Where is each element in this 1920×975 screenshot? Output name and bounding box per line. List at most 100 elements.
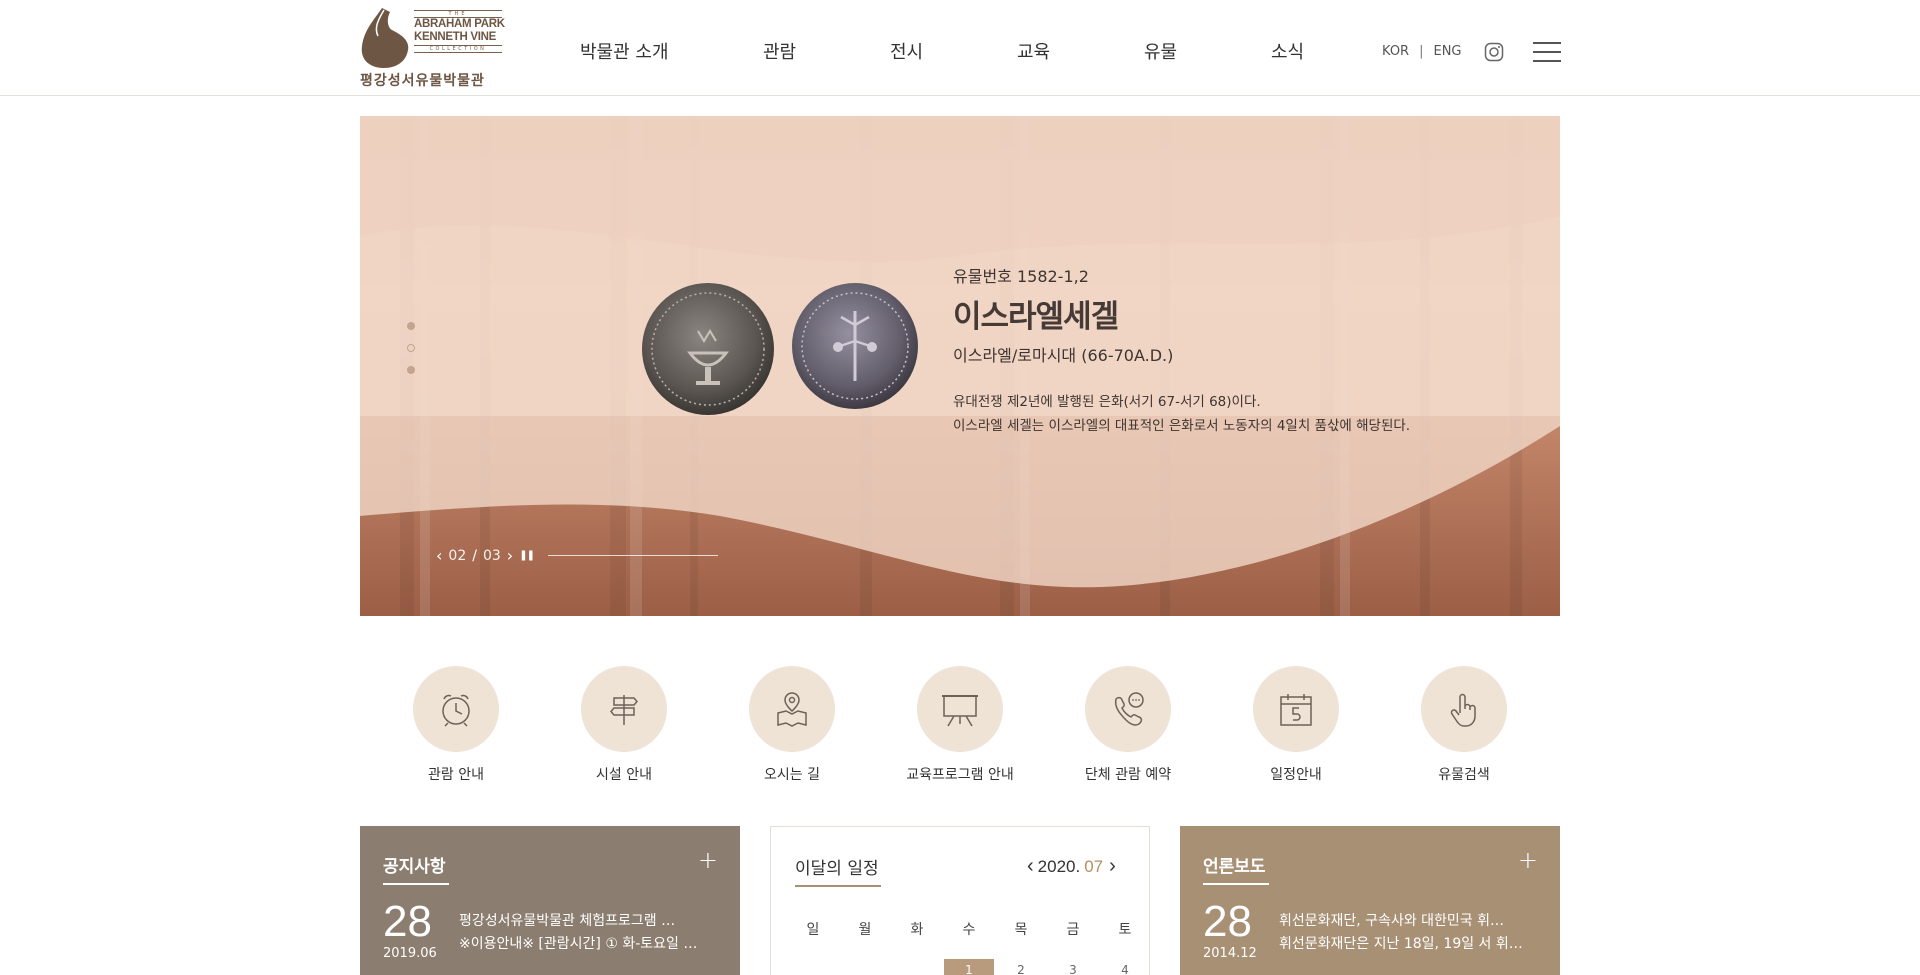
- notice-more-button[interactable]: +: [698, 846, 718, 874]
- calendar-day-empty: [839, 959, 891, 975]
- quick-link-circle: [581, 666, 667, 752]
- quick-link-circle: [749, 666, 835, 752]
- calendar-days: 1 2 3 4: [787, 959, 1151, 975]
- calendar-title-underline: [795, 885, 881, 887]
- calendar-day[interactable]: 2: [995, 959, 1047, 975]
- quick-link-label: 일정안내: [1270, 767, 1322, 783]
- weekday-mon: 월: [858, 922, 872, 938]
- logo-text: THE ABRAHAM PARK KENNETH VINE COLLECTION: [414, 10, 505, 53]
- slide-current: 02: [448, 547, 467, 564]
- weekday-sun: 일: [806, 922, 820, 938]
- hamburger-icon[interactable]: [1533, 42, 1561, 64]
- weekday-fri: 금: [1066, 922, 1080, 938]
- slider-next-button[interactable]: ›: [507, 546, 513, 565]
- press-title: 언론보도: [1203, 857, 1266, 877]
- logo-the: THE: [414, 10, 502, 18]
- hamburger-line: [1533, 42, 1561, 44]
- quick-link-label: 유물검색: [1438, 767, 1490, 783]
- quick-link-group-reservation[interactable]: 단체 관람 예약: [1058, 666, 1198, 784]
- artifact-desc-line-2: 이스라엘 세겔는 이스라엘의 대표적인 은화로서 노동자의 4일치 품삯에 해당…: [953, 418, 1411, 434]
- site-logo[interactable]: THE ABRAHAM PARK KENNETH VINE COLLECTION…: [360, 4, 505, 90]
- lang-eng-link[interactable]: ENG: [1433, 44, 1461, 59]
- calendar-icon: [1280, 694, 1312, 726]
- hero-dot[interactable]: [407, 322, 415, 330]
- quick-link-education[interactable]: 교육프로그램 안내: [890, 666, 1030, 784]
- quick-link-schedule[interactable]: 일정안내: [1226, 666, 1366, 784]
- slide-separator: /: [472, 547, 477, 564]
- calendar-day[interactable]: 4: [1099, 959, 1151, 975]
- map-pin-icon: [777, 692, 807, 727]
- calendar-prev-month-button[interactable]: ‹: [1027, 855, 1034, 878]
- instagram-icon[interactable]: [1484, 42, 1504, 62]
- artifact-era: 이스라엘/로마시대 (66-70A.D.): [953, 346, 1174, 365]
- calendar-day-empty: [787, 959, 839, 975]
- nav-visit[interactable]: 관람: [763, 38, 890, 64]
- press-item[interactable]: 휘선문화재단, 구속사와 대한민국 휘…: [1279, 910, 1544, 933]
- quick-link-circle: [1421, 666, 1507, 752]
- hero-side-dots: [407, 322, 415, 388]
- weekday-tue: 화: [910, 922, 924, 938]
- quick-link-circle: [1085, 666, 1171, 752]
- nav-about[interactable]: 박물관 소개: [580, 38, 763, 64]
- notice-year-month: 2019.06: [383, 946, 437, 961]
- quick-link-facilities[interactable]: 시설 안내: [554, 666, 694, 784]
- quick-link-circle: [917, 666, 1003, 752]
- calendar-day[interactable]: 3: [1047, 959, 1099, 975]
- nav-education[interactable]: 교육: [1017, 38, 1144, 64]
- coin-image-obverse: [642, 283, 774, 415]
- press-item[interactable]: 휘선문화재단은 지난 18일, 19일 서 휘…: [1279, 933, 1544, 956]
- signpost-icon: [610, 695, 638, 725]
- notice-item[interactable]: 평강성서유물박물관 체험프로그램 …: [459, 910, 724, 933]
- calendar-title: 이달의 일정: [795, 859, 879, 879]
- nav-news[interactable]: 소식: [1271, 38, 1351, 64]
- notice-item[interactable]: ※이용안내※ [관람시간] ① 화-토요일 …: [459, 933, 724, 956]
- lang-kor-link[interactable]: KOR: [1382, 44, 1409, 59]
- calendar-weekdays: 일 월 화 수 목 금 토: [787, 919, 1151, 939]
- quick-link-label: 교육프로그램 안내: [906, 767, 1014, 783]
- notice-title-underline: [383, 883, 449, 885]
- notice-title: 공지사항: [383, 857, 446, 877]
- weekday-thu: 목: [1014, 922, 1028, 938]
- calendar-day-today[interactable]: 1: [944, 959, 994, 975]
- calendar-month-nav: ‹ 2020. 07 ›: [1027, 855, 1116, 878]
- quick-link-artifact-search[interactable]: 유물검색: [1394, 666, 1534, 784]
- site-header: THE ABRAHAM PARK KENNETH VINE COLLECTION…: [0, 0, 1920, 96]
- quick-link-directions[interactable]: 오시는 길: [722, 666, 862, 784]
- press-more-button[interactable]: +: [1518, 846, 1538, 874]
- calendar-year: 2020.: [1037, 856, 1081, 876]
- pointer-hand-icon: [1450, 693, 1476, 727]
- presentation-board-icon: [942, 695, 978, 727]
- quick-link-label: 시설 안내: [596, 767, 652, 783]
- notice-list: 평강성서유물박물관 체험프로그램 … ※이용안내※ [관람시간] ① 화-토요일…: [459, 910, 724, 956]
- slider-prev-button[interactable]: ‹: [436, 546, 442, 565]
- hero-dot[interactable]: [407, 366, 415, 374]
- slider-pause-button[interactable]: ❚❚: [519, 550, 535, 561]
- hero-dot-active[interactable]: [407, 344, 415, 352]
- quick-link-visit-info[interactable]: 관람 안내: [386, 666, 526, 784]
- nav-exhibition[interactable]: 전시: [890, 38, 1017, 64]
- logo-korean: 평강성서유물박물관: [360, 73, 485, 89]
- calendar-month: 07: [1084, 856, 1104, 876]
- main-nav: 박물관 소개 관람 전시 교육 유물 소식: [580, 38, 1351, 64]
- slider-controls: ‹ 02 / 03 › ❚❚: [436, 546, 718, 565]
- press-day: 28: [1203, 897, 1252, 946]
- hamburger-line: [1533, 60, 1561, 62]
- artifact-desc-line-1: 유대전쟁 제2년에 발행된 은화(서기 67-서기 68)이다.: [953, 394, 1261, 410]
- press-title-underline: [1203, 883, 1269, 885]
- notice-day: 28: [383, 897, 432, 946]
- quick-link-circle: [413, 666, 499, 752]
- slide-total: 03: [482, 547, 501, 564]
- nav-artifacts[interactable]: 유물: [1144, 38, 1271, 64]
- logo-mark-icon: [361, 8, 409, 68]
- notice-board: 공지사항 + 28 2019.06 평강성서유물박물관 체험프로그램 … ※이용…: [360, 826, 740, 975]
- logo-line-2: KENNETH VINE: [414, 31, 497, 43]
- hamburger-line: [1533, 51, 1561, 53]
- press-year-month: 2014.12: [1203, 946, 1257, 961]
- language-switch: KOR | ENG: [1382, 44, 1462, 59]
- slider-progress-bar: [547, 555, 718, 556]
- quick-links: 관람 안내 시설 안내 오시는 길 교육프로그램 안내 단체 관람 예약 일정안…: [360, 666, 1560, 786]
- calendar-next-month-button[interactable]: ›: [1109, 855, 1116, 878]
- quick-link-label: 단체 관람 예약: [1084, 767, 1172, 783]
- quick-link-label: 관람 안내: [428, 767, 484, 783]
- weekday-wed: 수: [962, 922, 976, 938]
